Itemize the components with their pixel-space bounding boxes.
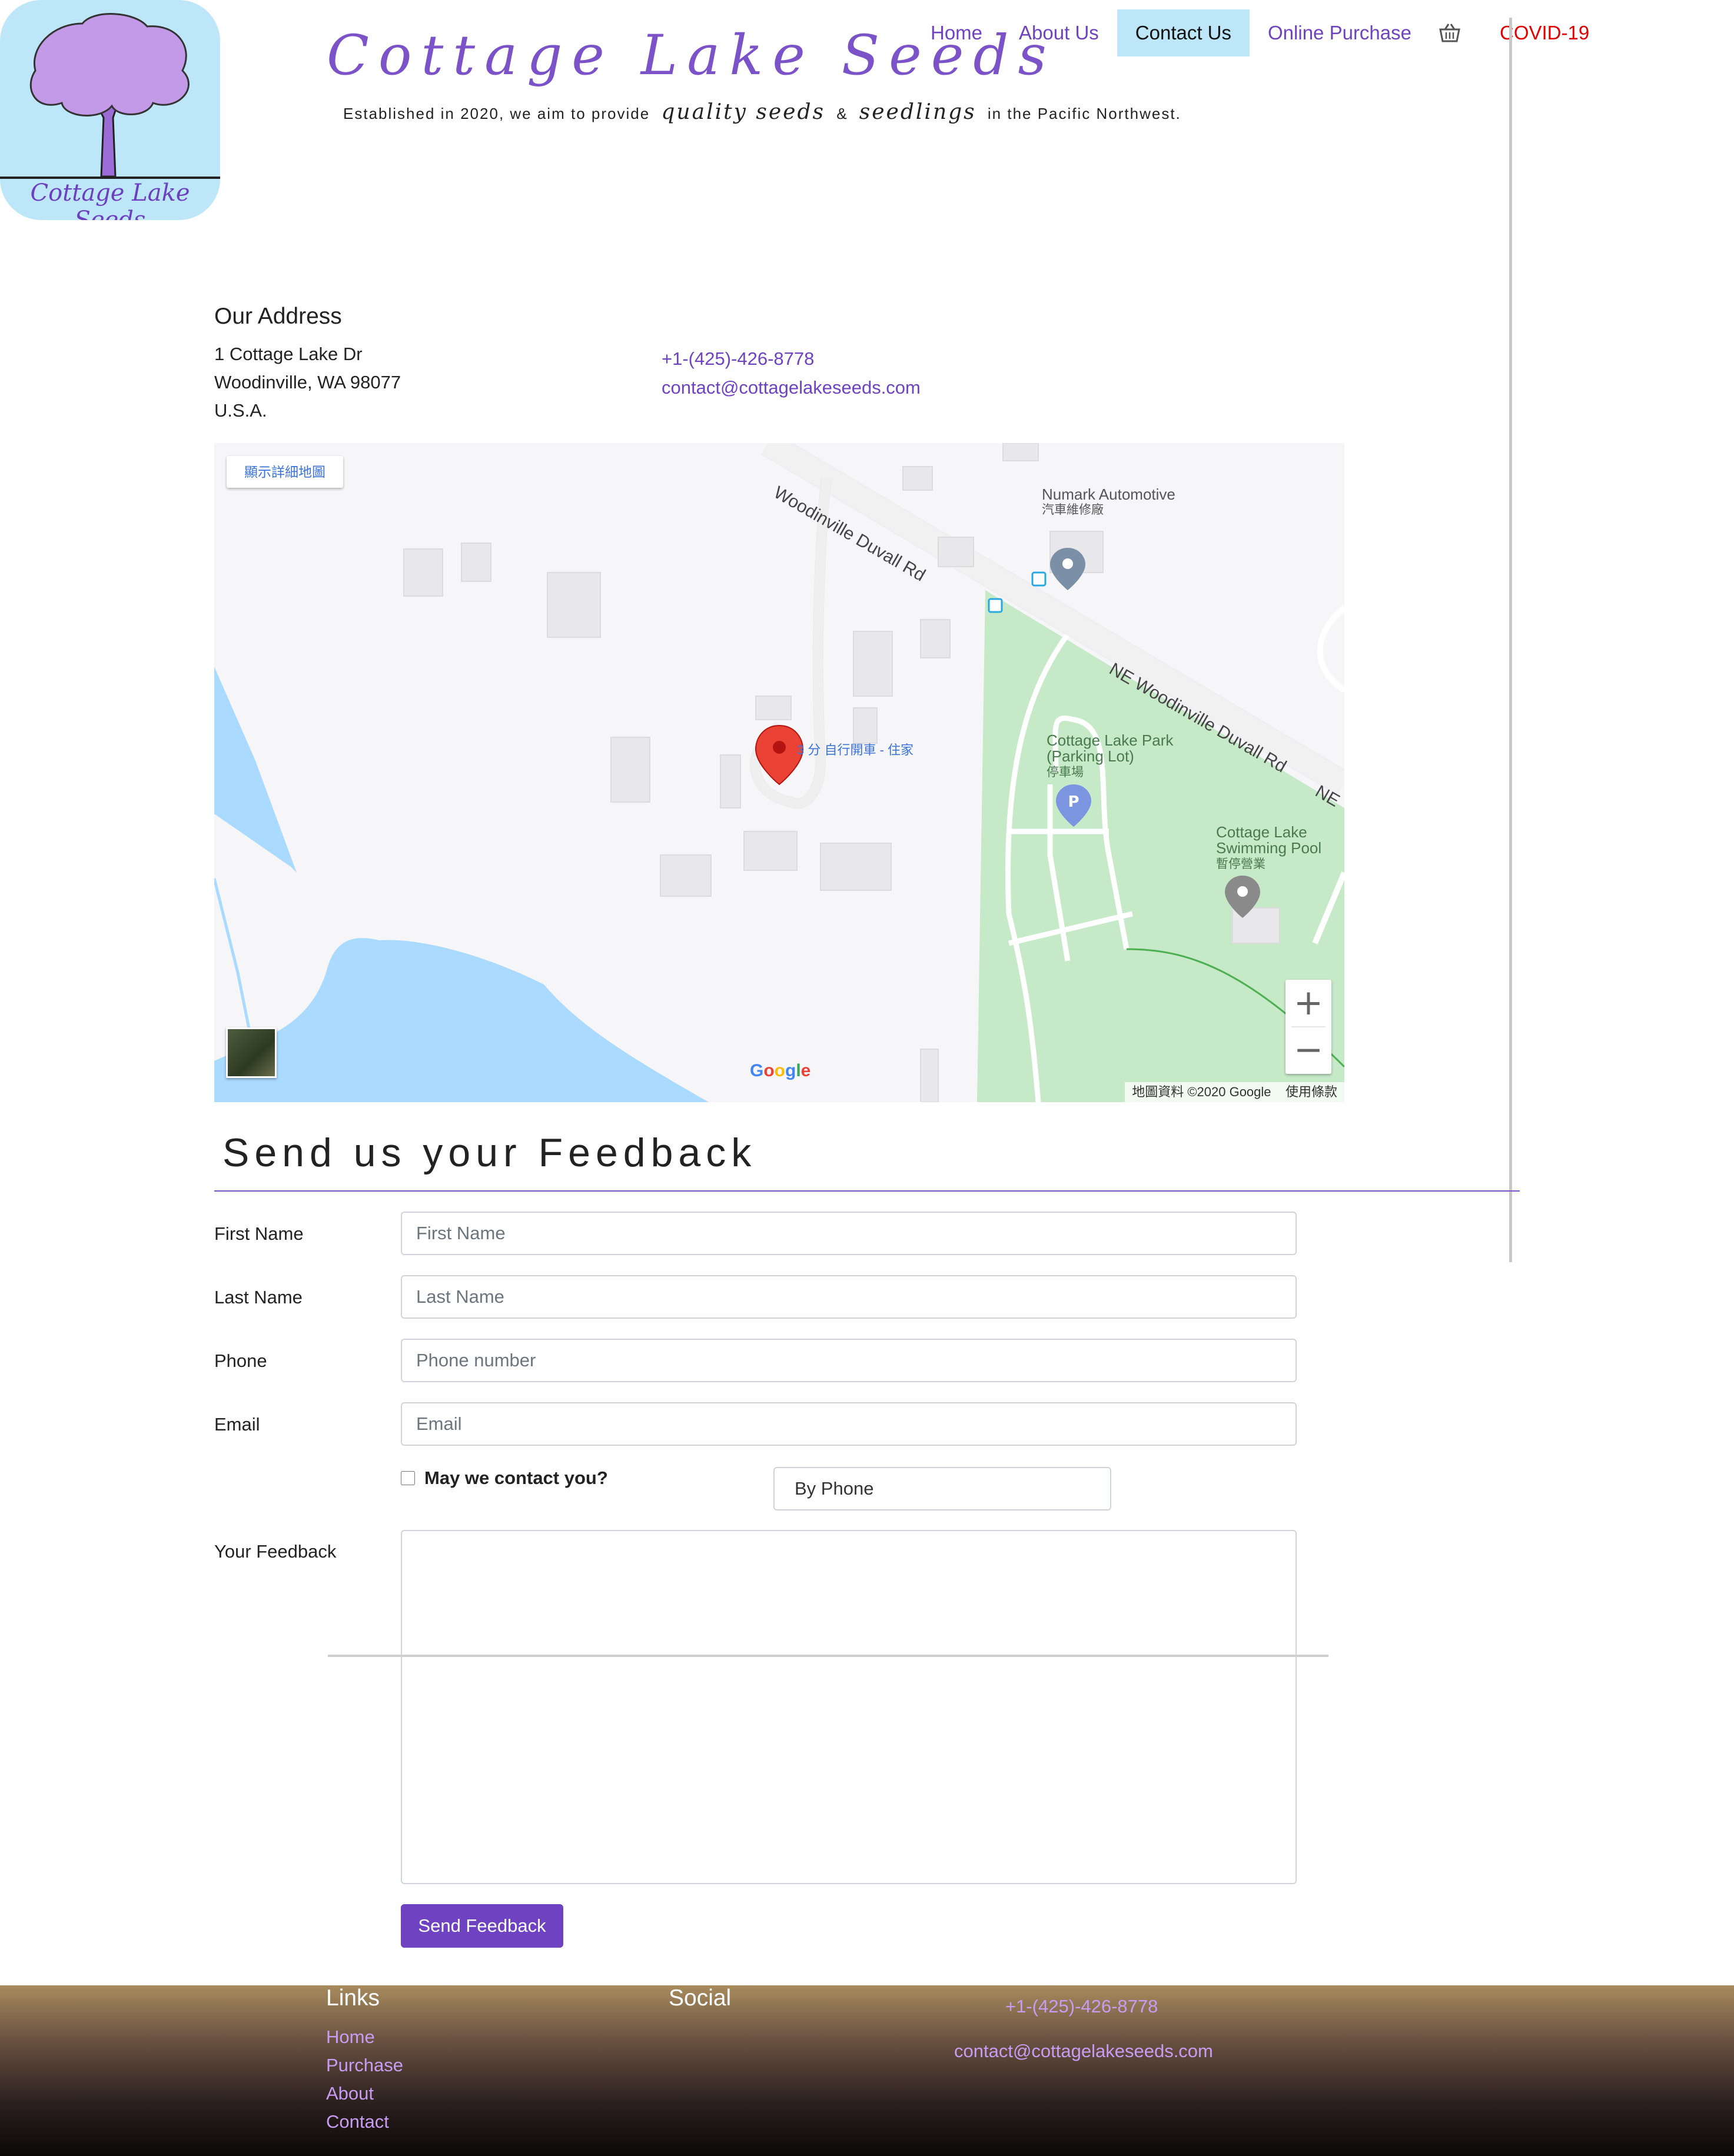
site-logo[interactable]: Cottage Lake Seeds (0, 0, 220, 220)
tagline-highlight: seedlings (859, 100, 976, 124)
svg-text:P: P (1068, 793, 1079, 811)
nav-contact[interactable]: Contact Us (1117, 9, 1250, 56)
footer-social-heading: Social (669, 1985, 732, 2011)
address-line: U.S.A. (214, 400, 267, 421)
zoom-out-button[interactable]: − (1285, 1027, 1331, 1074)
tagline-text: in the Pacific Northwest. (987, 105, 1181, 122)
poi-label: Cottage Lake (1216, 823, 1307, 841)
feedback-label: Your Feedback (214, 1541, 337, 1562)
footer-phone-link[interactable]: +1-(425)-426-8778 (1005, 1996, 1158, 2017)
contact-checkbox[interactable] (401, 1471, 415, 1485)
decorative-rule (328, 1655, 1328, 1657)
pin-label: 3 分 自行開車 - 住家 (797, 743, 914, 757)
email-link[interactable]: contact@cottagelakeseeds.com (662, 377, 921, 398)
tree-icon (29, 13, 190, 178)
address-title: Our Address (214, 304, 342, 329)
map-attribution: 地圖資料 ©2020 Google 使用條款 (1125, 1082, 1344, 1102)
map-copyright: 地圖資料 ©2020 Google (1132, 1084, 1271, 1099)
tagline-text: Established in 2020, we aim to provide (343, 105, 650, 122)
nav-covid[interactable]: COVID-19 (1481, 9, 1607, 56)
footer-email-link[interactable]: contact@cottagelakeseeds.com (954, 2041, 1213, 2062)
email-input[interactable] (401, 1402, 1297, 1446)
footer-link-about[interactable]: About (326, 2083, 374, 2104)
footer-links-heading: Links (326, 1985, 380, 2011)
bus-stop-icon (1031, 571, 1047, 587)
first-name-label: First Name (214, 1223, 304, 1244)
zoom-control: + − (1285, 980, 1331, 1074)
nav-home[interactable]: Home (912, 9, 1001, 56)
feedback-divider (214, 1190, 1520, 1192)
contact-checkbox-label[interactable]: May we contact you? (424, 1468, 608, 1489)
map-terms-link[interactable]: 使用條款 (1285, 1084, 1337, 1099)
poi-sublabel: 暫停營業 (1216, 857, 1265, 871)
address-line: Woodinville, WA 98077 (214, 372, 401, 392)
google-map[interactable]: P Woodinville Duvall Rd NE Woodinville D… (214, 443, 1344, 1102)
satellite-toggle[interactable] (226, 1027, 277, 1078)
feedback-textarea[interactable] (401, 1530, 1297, 1884)
footer-link-contact[interactable]: Contact (326, 2111, 389, 2132)
shopping-basket-icon[interactable] (1438, 22, 1461, 44)
phone-label: Phone (214, 1350, 267, 1371)
tagline-highlight: quality seeds (661, 100, 825, 124)
site-footer: Links Home Purchase About Contact Social… (0, 1985, 1734, 2156)
poi-label: Cottage Lake Park (1047, 731, 1174, 749)
poi-label: Numark Automotive (1042, 485, 1175, 503)
view-larger-map-button[interactable]: 顯示詳細地圖 (227, 456, 343, 488)
last-name-input[interactable] (401, 1275, 1297, 1319)
phone-input[interactable] (401, 1339, 1297, 1382)
logo-divider (0, 177, 220, 179)
poi-sublabel: 停車場 (1047, 766, 1084, 779)
logo-text: Cottage Lake Seeds (30, 179, 190, 220)
map-canvas[interactable]: P (214, 443, 1344, 1102)
google-logo: Google (750, 1061, 811, 1080)
main-nav: Home About Us Contact Us Online Purchase… (912, 9, 1607, 56)
tagline-ampersand: & (836, 105, 848, 122)
nav-online-purchase[interactable]: Online Purchase (1250, 9, 1430, 56)
contact-method-select[interactable]: By Phone (773, 1467, 1111, 1510)
feedback-title: Send us your Feedback (222, 1130, 757, 1175)
poi-label: (Parking Lot) (1047, 747, 1134, 765)
tagline: Established in 2020, we aim to provide q… (343, 100, 1181, 124)
vertical-divider (1509, 18, 1512, 1262)
zoom-in-button[interactable]: + (1285, 980, 1331, 1027)
poi-label: Swimming Pool (1216, 839, 1322, 857)
footer-link-purchase[interactable]: Purchase (326, 2055, 403, 2076)
last-name-label: Last Name (214, 1287, 303, 1307)
email-label: Email (214, 1414, 260, 1435)
address-line: 1 Cottage Lake Dr (214, 344, 363, 364)
footer-link-home[interactable]: Home (326, 2027, 375, 2048)
bus-stop-icon (988, 598, 1003, 613)
nav-about[interactable]: About Us (1001, 9, 1117, 56)
phone-link[interactable]: +1-(425)-426-8778 (662, 348, 814, 370)
poi-sublabel: 汽車維修廠 (1042, 503, 1104, 517)
send-feedback-button[interactable]: Send Feedback (401, 1904, 563, 1948)
first-name-input[interactable] (401, 1212, 1297, 1255)
